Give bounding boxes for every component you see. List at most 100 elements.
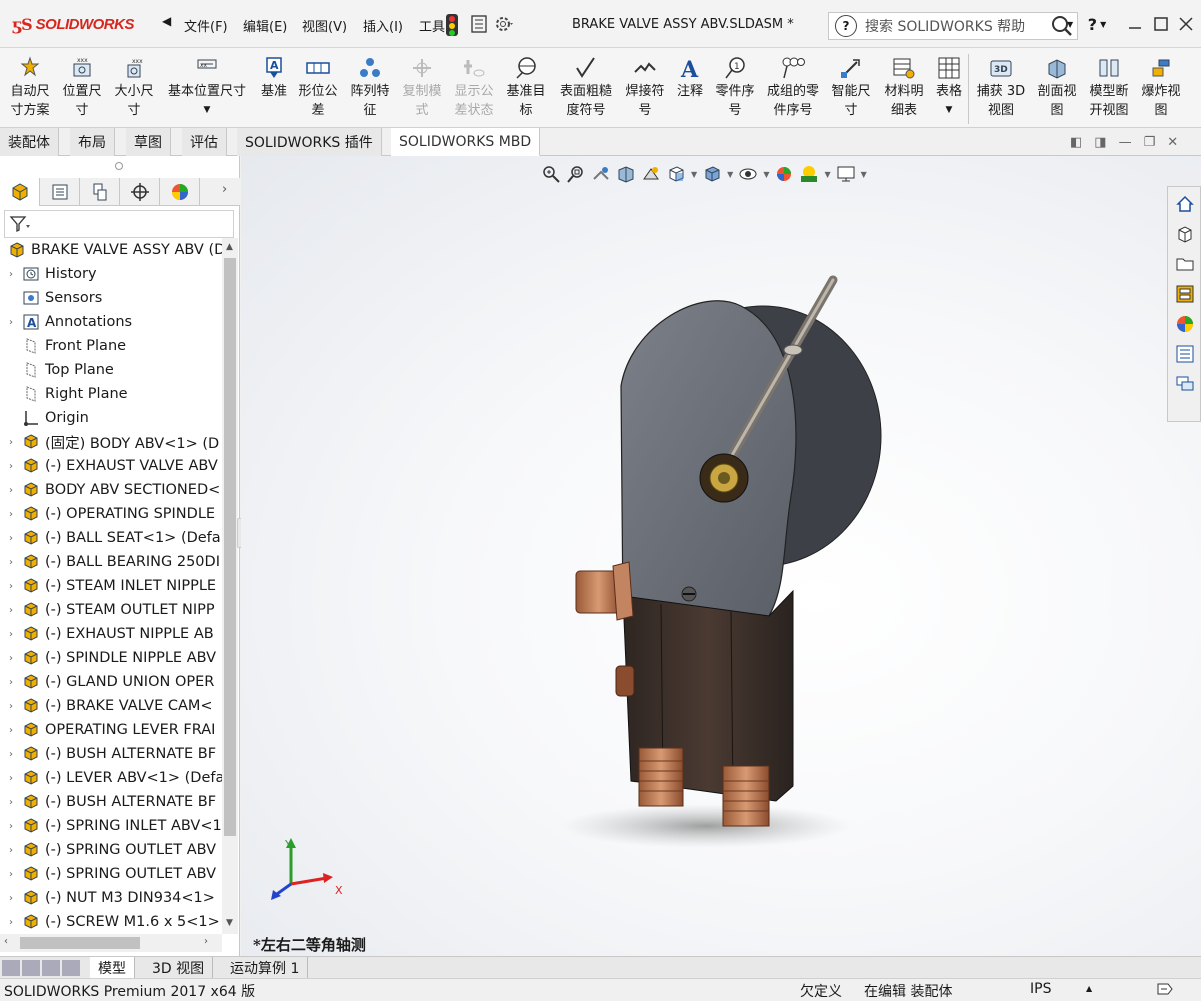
expand-arrow-icon[interactable]: › <box>4 773 18 784</box>
datum-target-button[interactable]: 基准目标 <box>502 56 550 120</box>
expand-arrow-icon[interactable]: › <box>4 317 18 328</box>
help-button[interactable]: ? ▼ <box>1085 12 1109 36</box>
menu-view[interactable]: 视图(V) <box>302 16 347 35</box>
exploded-view-button[interactable]: 爆炸视图 <box>1138 56 1184 120</box>
file-properties-icon[interactable] <box>470 15 488 37</box>
tree-item[interactable]: › (-) SPRING OUTLET ABV <box>0 838 216 862</box>
tree-item[interactable]: › (-) STEAM OUTLET NIPP <box>0 598 215 622</box>
property-manager-tab[interactable] <box>40 178 80 206</box>
hide-show-dropdown-icon[interactable]: ▼ <box>763 170 769 179</box>
expand-arrow-icon[interactable]: › <box>4 509 18 520</box>
close-button[interactable] <box>1174 12 1198 36</box>
menu-insert[interactable]: 插入(I) <box>363 16 403 35</box>
solidworks-resources-tab[interactable] <box>1172 191 1198 217</box>
solidworks-forum-tab[interactable] <box>1172 371 1198 397</box>
tree-item[interactable]: › (-) GLAND UNION OPER <box>0 670 214 694</box>
surface-finish-button[interactable]: 表面粗糙 度符号 <box>554 56 618 120</box>
expand-arrow-icon[interactable]: › <box>4 269 18 280</box>
tree-item[interactable]: › (-) SPRING OUTLET ABV <box>0 862 216 886</box>
zoom-to-fit-icon[interactable] <box>541 164 561 184</box>
help-search-box[interactable]: ? 搜索 SOLIDWORKS 帮助 <box>828 12 1078 40</box>
unit-system-selector[interactable]: IPS <box>1030 981 1051 997</box>
tree-item[interactable]: › A Annotations <box>0 310 132 334</box>
vertical-scroll-thumb[interactable] <box>224 258 236 836</box>
apply-scene-dropdown-icon[interactable]: ▼ <box>824 170 830 179</box>
rebuild-traffic-light-icon[interactable] <box>446 14 458 36</box>
view-palette-tab[interactable] <box>1172 281 1198 307</box>
expand-arrow-icon[interactable]: › <box>4 605 18 616</box>
custom-properties-tab[interactable] <box>1172 341 1198 367</box>
expand-arrow-icon[interactable]: › <box>4 653 18 664</box>
dynamic-annotation-icon[interactable] <box>641 164 661 184</box>
bill-of-materials-button[interactable]: 材料明 细表 <box>880 56 928 120</box>
panel-grip-icon[interactable] <box>115 162 123 170</box>
tree-item[interactable]: › (-) SPINDLE NIPPLE ABV <box>0 646 216 670</box>
tab-assembly[interactable]: 装配体 <box>0 128 59 156</box>
tree-horizontal-scrollbar[interactable]: ‹ › <box>0 934 222 952</box>
tree-item[interactable]: › (-) EXHAUST VALVE ABV <box>0 454 218 478</box>
tree-item[interactable]: › (-) STEAM INLET NIPPLE <box>0 574 216 598</box>
expand-arrow-icon[interactable]: › <box>4 749 18 760</box>
basic-location-dimension-button[interactable]: xx 基本位置尺寸 ▼ <box>163 56 251 120</box>
tree-item[interactable]: › (-) EXHAUST NIPPLE AB <box>0 622 214 646</box>
tab-layout[interactable]: 布局 <box>70 128 115 156</box>
tree-item[interactable]: › (-) SCREW M1.6 x 5<1> <box>0 910 220 934</box>
section-view-button[interactable]: 剖面视图 <box>1034 56 1080 120</box>
minimize-button[interactable] <box>1123 12 1147 36</box>
tree-item[interactable]: › (-) NUT M3 DIN934<1> <box>0 886 215 910</box>
tab-evaluate[interactable]: 评估 <box>182 128 227 156</box>
smart-dimension-button[interactable]: 智能尺寸 <box>828 56 874 120</box>
scroll-right-arrow-icon[interactable]: › <box>204 936 208 947</box>
model-break-view-button[interactable]: 模型断 开视图 <box>1086 56 1132 120</box>
tree-item[interactable]: › History <box>0 262 97 286</box>
tab-addins[interactable]: SOLIDWORKS 插件 <box>237 128 382 156</box>
customize-status-bar-icon[interactable] <box>1156 981 1174 997</box>
apply-scene-icon[interactable] <box>799 164 819 184</box>
geometric-tolerance-button[interactable]: 形位公差 <box>296 56 340 120</box>
search-input[interactable]: 搜索 SOLIDWORKS 帮助 <box>865 16 1047 36</box>
expand-arrow-icon[interactable]: › <box>4 725 18 736</box>
balloon-button[interactable]: 1 零件序号 <box>712 56 758 120</box>
search-dropdown-icon[interactable]: ▼ <box>1067 20 1073 29</box>
configuration-manager-tab[interactable] <box>80 178 120 206</box>
tab-motion-study-1[interactable]: 运动算例 1 <box>222 957 309 979</box>
expand-arrow-icon[interactable]: › <box>4 797 18 808</box>
expand-arrow-icon[interactable]: › <box>4 893 18 904</box>
menu-file[interactable]: 文件(F) <box>184 16 228 35</box>
expand-arrow-icon[interactable]: › <box>4 629 18 640</box>
tab-last-icon[interactable] <box>62 960 80 976</box>
expand-arrow-icon[interactable]: › <box>4 869 18 880</box>
expand-arrow-icon[interactable]: › <box>4 845 18 856</box>
tree-item[interactable]: Origin <box>0 406 89 430</box>
scroll-up-arrow-icon[interactable]: ▲ <box>226 242 233 252</box>
tree-item[interactable]: › (-) OPERATING SPINDLE <box>0 502 215 526</box>
tab-model[interactable]: 模型 <box>90 957 135 979</box>
tree-item[interactable]: › BODY ABV SECTIONED< <box>0 478 220 502</box>
options-gear-icon[interactable] <box>494 14 516 38</box>
expand-arrow-icon[interactable]: › <box>4 917 18 928</box>
appearances-tab[interactable] <box>1172 311 1198 337</box>
tree-filter[interactable] <box>4 210 234 238</box>
copy-scheme-button[interactable]: 复制模式 <box>398 56 446 120</box>
tree-vertical-scrollbar[interactable]: ▲ ▼ <box>222 238 238 934</box>
stacked-balloon-button[interactable]: 成组的零 件序号 <box>762 56 824 120</box>
tree-item[interactable]: › (-) LEVER ABV<1> (Defa <box>0 766 222 790</box>
expand-arrow-icon[interactable]: › <box>4 437 18 448</box>
capture-3d-view-button[interactable]: 3D 捕获 3D 视图 <box>974 56 1028 120</box>
display-manager-tab[interactable] <box>160 178 200 206</box>
brake-valve-assembly-model[interactable] <box>541 266 901 866</box>
horizontal-scroll-thumb[interactable] <box>20 937 140 949</box>
expand-arrow-icon[interactable]: › <box>4 821 18 832</box>
hide-show-items-icon[interactable] <box>738 164 758 184</box>
viewport-close-icon[interactable]: ✕ <box>1167 135 1178 150</box>
tree-item[interactable]: › (-) SPRING INLET ABV<1 <box>0 814 222 838</box>
menu-collapse-arrow-icon[interactable]: ◀ <box>162 14 171 28</box>
tree-item[interactable]: › (固定) BODY ABV<1> (D <box>0 430 219 454</box>
graphics-area[interactable]: ▼ ▼ ▼ ▼ ▼ Y X *左右二等角轴测 <box>241 156 1201 956</box>
view-orientation-dropdown-icon[interactable]: ▼ <box>691 170 697 179</box>
edit-appearance-icon[interactable] <box>774 164 794 184</box>
auto-dimension-scheme-button[interactable]: 自动尺 寸方案 <box>6 56 54 120</box>
tile-left-icon[interactable]: ◧ <box>1070 135 1082 150</box>
expand-arrow-icon[interactable]: › <box>4 485 18 496</box>
unit-dropdown-icon[interactable]: ▲ <box>1086 984 1092 993</box>
